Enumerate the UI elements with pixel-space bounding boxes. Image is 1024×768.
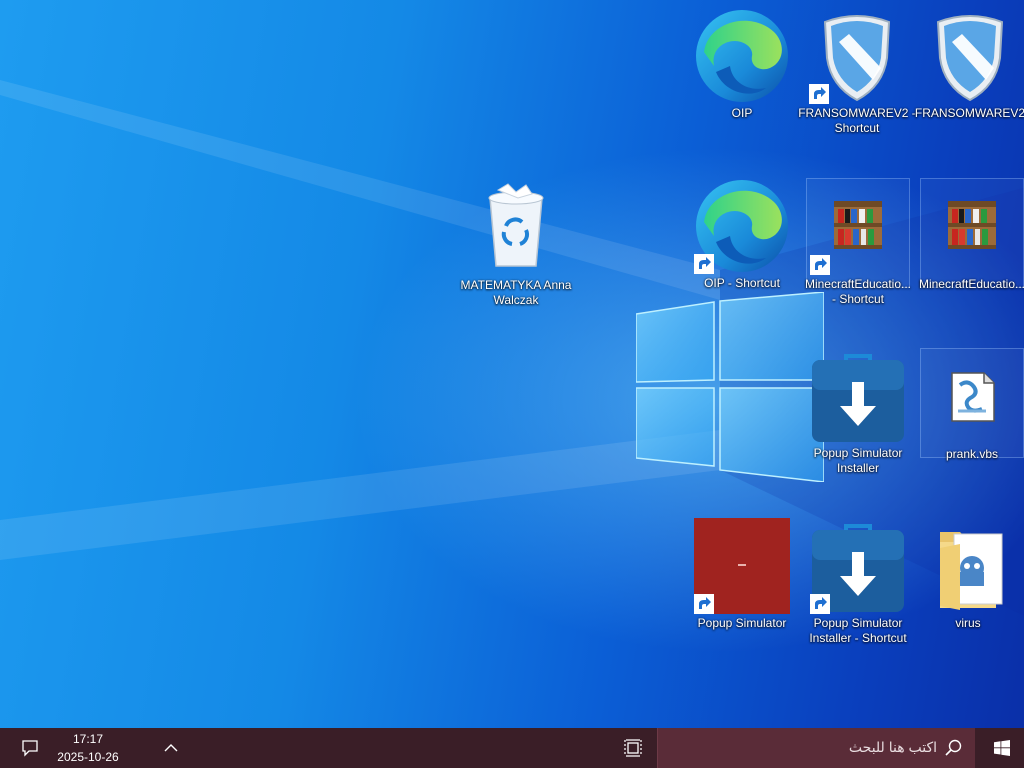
- shortcut-arrow-icon: [694, 594, 714, 614]
- taskbar: 17:17 2025-10-26 اكتب هنا للبحث: [0, 728, 1024, 768]
- desktop-icon-label: FRANSOMWAREV2: [914, 106, 1024, 120]
- windows-start-icon: [994, 740, 1010, 756]
- desktop-icon-oip[interactable]: OIP: [690, 8, 794, 120]
- desktop-icon-oip-shortcut[interactable]: OIP - Shortcut: [690, 178, 794, 290]
- edge-icon: [694, 8, 790, 104]
- clock-date: 2025-10-26: [57, 750, 119, 764]
- notification-icon: [22, 740, 38, 757]
- show-hidden-icons-button[interactable]: [156, 728, 186, 768]
- desktop-icon-fransomware[interactable]: FRANSOMWAREV2: [915, 8, 1024, 120]
- installer-icon: [810, 348, 906, 444]
- desktop-icon-label: Popup Simulator Installer: [813, 446, 903, 475]
- desktop-icon-minecraft-shortcut[interactable]: MinecraftEducatio... - Shortcut: [805, 178, 911, 306]
- desktop-icon-popup-installer[interactable]: Popup Simulator Installer: [806, 348, 910, 475]
- shortcut-arrow-icon: [694, 254, 714, 274]
- desktop-icon-popup-simulator[interactable]: Popup Simulator: [690, 518, 794, 630]
- bookshelf-icon: [810, 179, 906, 275]
- desktop-icon-label: MinecraftEducatio... - Shortcut: [804, 277, 912, 306]
- windows-logo-wallpaper: [636, 292, 824, 482]
- bookshelf-icon: [924, 179, 1020, 275]
- desktop-icon-popup-installer-shortcut[interactable]: Popup Simulator Installer - Shortcut: [806, 518, 910, 645]
- desktop-icon-prank[interactable]: prank.vbs: [920, 348, 1024, 461]
- search-placeholder: اكتب هنا للبحث: [848, 739, 937, 755]
- desktop-icon-label: Popup Simulator: [697, 616, 787, 630]
- desktop-icon-label: OIP: [731, 106, 753, 120]
- red-app-icon: [694, 518, 790, 614]
- shortcut-arrow-icon: [810, 255, 830, 275]
- desktop-icon-label: OIP - Shortcut: [704, 276, 780, 290]
- chevron-up-icon: [164, 744, 178, 752]
- installer-icon: [810, 518, 906, 614]
- desktop-icon-label: prank.vbs: [945, 447, 999, 461]
- desktop-icon-minecraft[interactable]: MinecraftEducatio...: [919, 178, 1024, 291]
- notifications-button[interactable]: [10, 728, 50, 768]
- recycle-bin-icon: [468, 180, 564, 276]
- shield-icon: [809, 8, 905, 104]
- shortcut-arrow-icon: [809, 84, 829, 104]
- desktop-icon-label: Popup Simulator Installer - Shortcut: [809, 616, 907, 645]
- desktop-icon-virus[interactable]: virus: [916, 518, 1020, 630]
- shield-icon: [922, 8, 1018, 104]
- clock-time: 17:17: [72, 732, 104, 746]
- script-file-icon: [924, 349, 1020, 445]
- edge-icon: [694, 178, 790, 274]
- clock[interactable]: 17:17 2025-10-26: [50, 730, 126, 766]
- task-view-icon: [624, 739, 642, 757]
- task-view-button[interactable]: [612, 728, 654, 768]
- desktop-icon-label: FRANSOMWAREV2 - Shortcut: [798, 106, 916, 135]
- start-button[interactable]: [980, 728, 1024, 768]
- desktop-icon-label: MATEMATYKA Anna Walczak: [460, 278, 572, 307]
- folder-icon: [920, 518, 1016, 614]
- search-icon: [945, 739, 962, 756]
- desktop-icon-label: MinecraftEducatio...: [918, 277, 1024, 291]
- desktop-icon-recycle-bin[interactable]: MATEMATYKA Anna Walczak: [461, 180, 571, 307]
- search-box[interactable]: اكتب هنا للبحث: [657, 728, 975, 768]
- desktop: MATEMATYKA Anna Walczak OIP FRANSOMWAREV…: [0, 0, 1024, 728]
- shortcut-arrow-icon: [810, 594, 830, 614]
- desktop-icon-label: virus: [955, 616, 981, 630]
- desktop-icon-fransomware-shortcut[interactable]: FRANSOMWAREV2 - Shortcut: [798, 8, 916, 135]
